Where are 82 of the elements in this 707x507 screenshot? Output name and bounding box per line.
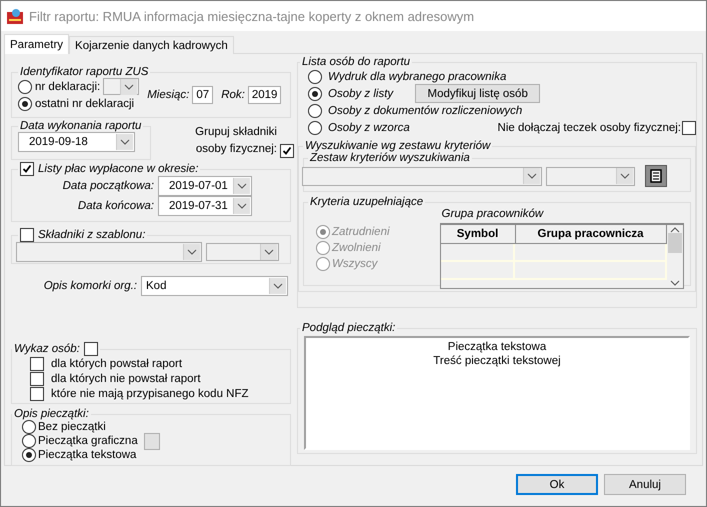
checkbox[interactable] <box>30 386 44 400</box>
column-header[interactable]: Grupa pracownicza <box>516 225 667 243</box>
field-label: Opis komorki org.: <box>44 280 137 292</box>
input-field[interactable]: 07 <box>192 86 214 104</box>
checkbox-label: dla których powstał raport <box>51 358 182 370</box>
radio-button[interactable] <box>22 434 36 448</box>
checkbox[interactable] <box>30 372 44 386</box>
checkbox[interactable] <box>682 120 696 134</box>
preview-text: Pieczątka tekstowa <box>448 340 546 354</box>
preview-text: Treść pieczątki tekstowej <box>433 354 561 368</box>
radio-label: Zatrudnieni <box>332 226 390 238</box>
checkbox[interactable] <box>30 356 44 370</box>
radio-label: Osoby z dokumentów rozliczeniowych <box>328 104 522 116</box>
checkbox-label: dla których nie powstał raport <box>51 372 201 384</box>
scroll-up-icon[interactable] <box>670 227 680 233</box>
radio-label: nr deklaracji: <box>35 80 100 92</box>
caret-icon <box>260 244 277 260</box>
radio-button[interactable] <box>308 120 322 134</box>
checkbox[interactable] <box>20 162 34 176</box>
caret-icon <box>233 198 250 214</box>
group-title: Wyszukiwanie wg zestawu kryteriów <box>304 140 492 152</box>
dropdown[interactable]: 2019-07-31 <box>158 196 252 216</box>
modify-list-button[interactable]: Modyfikuj listę osób <box>415 84 540 103</box>
checkbox-label: Składniki z szablonu: <box>38 229 146 241</box>
group-title: Kryteria uzupełniające <box>309 196 424 208</box>
radio-button[interactable] <box>22 420 36 434</box>
radio-button[interactable] <box>18 96 32 110</box>
radio-button[interactable] <box>308 86 322 100</box>
group-title: Data wykonania raportu <box>19 120 142 132</box>
radio-label: Zwolnieni <box>332 242 381 254</box>
dropdown[interactable]: Kod <box>141 276 288 296</box>
group-title: Podgląd pieczątki: <box>301 322 396 334</box>
caret-icon <box>116 134 133 150</box>
checkbox[interactable] <box>20 228 34 242</box>
caret-icon <box>120 78 138 94</box>
document-icon-button[interactable] <box>645 165 667 187</box>
radio-label: Osoby z wzorca <box>328 122 410 134</box>
caret-icon <box>233 178 250 194</box>
radio-button[interactable] <box>18 80 32 94</box>
dialog-button[interactable]: Ok <box>516 474 598 495</box>
table-title: Grupa pracowników <box>440 208 545 222</box>
app-icon <box>7 8 23 24</box>
column-header[interactable]: Symbol <box>440 225 516 243</box>
checkbox-label: Nie dołączaj teczek osoby fizycznej: <box>498 122 681 134</box>
caret-icon <box>183 244 200 260</box>
tab[interactable]: Parametry <box>4 34 70 54</box>
group-title: Lista osób do raportu <box>301 56 412 68</box>
checkbox-label: Listy płac wypłacone w okresie: <box>38 163 198 175</box>
checkbox-label: które nie mają przypisanego kodu NFZ <box>51 388 249 400</box>
radio-button[interactable] <box>308 104 322 118</box>
field-label: Data końcowa: <box>78 200 154 212</box>
radio-label: Wydruk dla wybranego pracownika <box>328 70 506 82</box>
document-icon <box>650 169 662 183</box>
radio-label: Pieczątka graficzna <box>38 435 138 447</box>
group-title: Opis pieczątki: <box>13 408 90 420</box>
input-field[interactable]: 2019 <box>248 86 282 104</box>
radio-label: Wszyscy <box>332 258 378 270</box>
radio-label: Osoby z listy <box>328 88 394 100</box>
radio-label: Bez pieczątki <box>38 421 106 433</box>
scrollbar[interactable] <box>666 225 683 288</box>
checkbox-label: Wykaz osób: <box>14 343 80 355</box>
dialog-button[interactable]: Anuluj <box>604 474 686 495</box>
field-label: Rok: <box>221 89 245 101</box>
checkbox[interactable] <box>84 342 98 356</box>
checkbox[interactable] <box>280 144 294 158</box>
dropdown[interactable]: 2019-09-18 <box>18 132 135 152</box>
radio-label: Pieczątka tekstowa <box>38 449 136 461</box>
group-title: Zestaw kryteriów wyszukiwania <box>308 152 471 164</box>
dropdown[interactable]: 2019-07-01 <box>158 176 252 196</box>
caret-icon <box>523 168 540 184</box>
window-title: Filtr raportu: RMUA informacja miesięczna-tajne koperty z oknem adresowym <box>29 8 474 24</box>
radio-button[interactable] <box>22 448 36 462</box>
scroll-down-icon[interactable] <box>670 280 680 286</box>
caret-icon <box>269 278 286 294</box>
radio-button[interactable] <box>308 70 322 84</box>
caret-icon <box>616 168 633 184</box>
group-title: Identyfikator raportu ZUS <box>19 66 150 78</box>
tab[interactable]: Kojarzenie danych kadrowych <box>69 36 234 54</box>
checkbox-label: Grupuj składniki osoby fizycznej: <box>194 125 277 157</box>
field-label: Data początkowa: <box>62 180 154 192</box>
field-label: Miesiąc: <box>147 89 190 101</box>
radio-label: ostatni nr deklaracji <box>35 98 134 110</box>
